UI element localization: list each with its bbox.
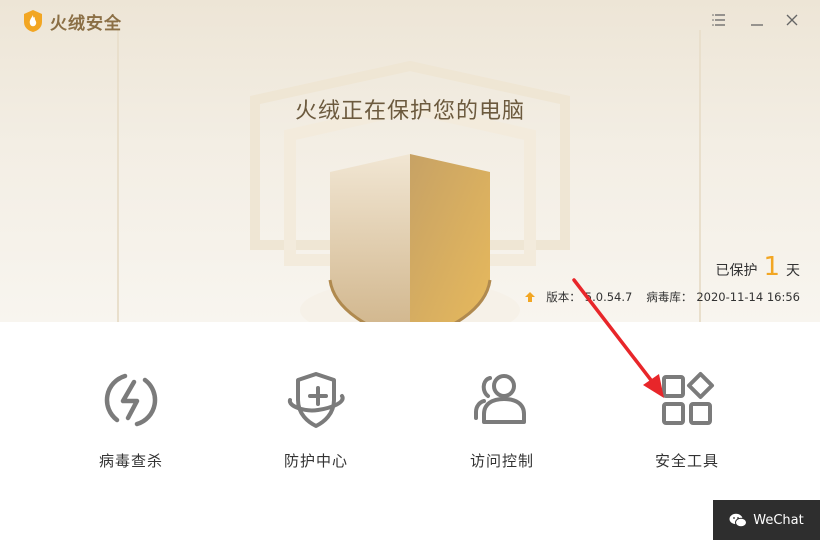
tool-protection-center[interactable]: 防护中心 — [246, 368, 386, 471]
version-info: 版本： 5.0.54.7 病毒库： 2020-11-14 16:56 — [524, 289, 800, 305]
wechat-watermark: WeChat — [713, 500, 820, 540]
tool-label-access-control: 访问控制 — [469, 452, 534, 470]
tool-grid: 病毒查杀 防护中心 访问控制 安全工具 — [0, 322, 820, 540]
app-title: 火绒安全 — [50, 14, 122, 34]
virus-db-label: 病毒库： — [646, 290, 693, 304]
wechat-icon — [729, 513, 748, 527]
protected-days-count: 1 — [763, 252, 780, 282]
menu-icon[interactable] — [710, 10, 730, 30]
protected-suffix: 天 — [786, 263, 800, 279]
lightning-circle-icon — [104, 373, 158, 427]
shield-plus-icon — [287, 372, 345, 428]
wechat-label: WeChat — [753, 512, 804, 528]
hero-panel: 火绒安全 火绒正在保护您的电脑 已保护 1 天 版本： 5.0.54.7 病毒库… — [0, 0, 820, 322]
close-icon[interactable] — [782, 10, 802, 30]
virus-db-value: 2020-11-14 16:56 — [696, 290, 800, 304]
tool-security-tools[interactable]: 安全工具 — [617, 368, 757, 471]
tool-label-protection-center: 防护中心 — [283, 452, 348, 470]
shield-icon — [328, 154, 492, 322]
tool-label-security-tools: 安全工具 — [654, 452, 719, 470]
users-icon — [474, 374, 526, 424]
protection-status-title: 火绒正在保护您的电脑 — [294, 99, 525, 124]
version-label: 版本： — [546, 290, 581, 304]
protected-prefix: 已保护 — [715, 263, 758, 279]
tool-access-control[interactable]: 访问控制 — [432, 368, 572, 471]
flame-logo-icon — [24, 10, 42, 32]
apps-grid-icon — [662, 372, 714, 425]
tool-virus-scan[interactable]: 病毒查杀 — [61, 368, 201, 471]
protected-days: 已保护 1 天 — [715, 254, 800, 280]
title-bar: 火绒安全 — [0, 0, 820, 40]
minimize-icon[interactable] — [747, 10, 767, 30]
tool-label-virus-scan: 病毒查杀 — [98, 452, 163, 470]
version-value: 5.0.54.7 — [584, 290, 633, 304]
upgrade-icon[interactable] — [524, 291, 536, 303]
